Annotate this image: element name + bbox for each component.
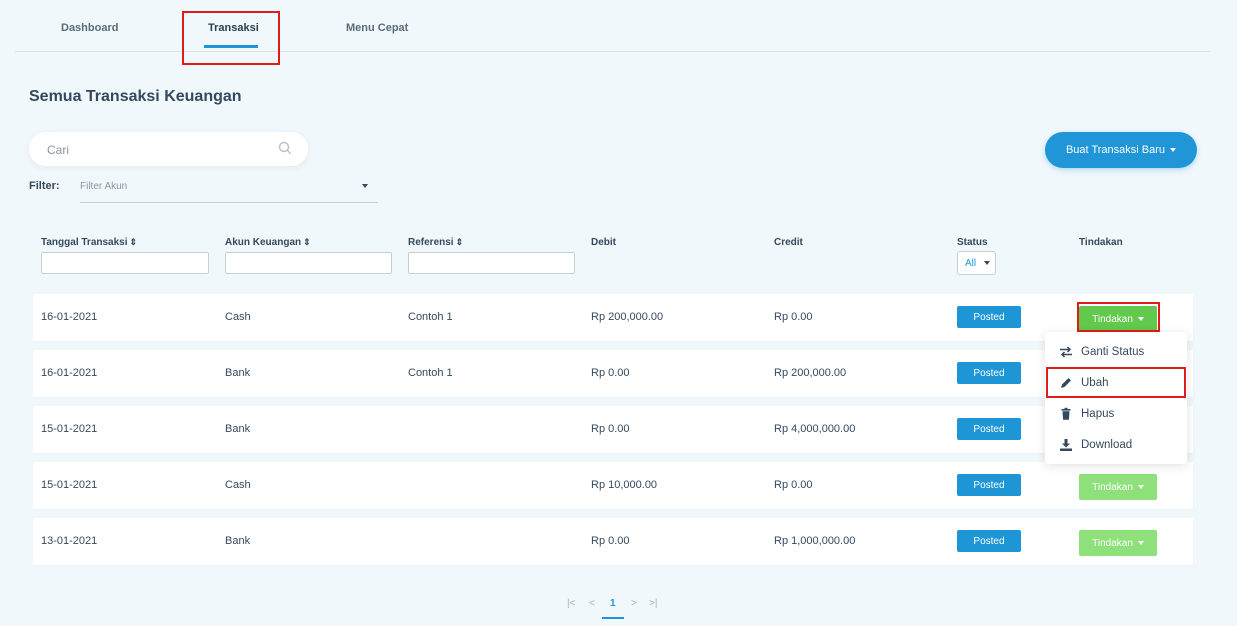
reference-filter-input[interactable] xyxy=(408,252,575,274)
pagination-next[interactable]: > xyxy=(631,598,637,609)
cell-debit: Rp 0.00 xyxy=(591,367,630,379)
status-badge: Posted xyxy=(957,530,1021,552)
search-box xyxy=(29,132,308,166)
cell-account: Bank xyxy=(225,535,251,547)
caret-down-icon xyxy=(1137,541,1144,545)
actions-dropdown-button[interactable]: Tindakan xyxy=(1079,306,1157,332)
status-filter-value: All xyxy=(965,258,977,269)
cell-reference: Contoh 1 xyxy=(408,367,453,379)
sort-icon: ⇕ xyxy=(129,237,138,247)
sort-icon: ⇕ xyxy=(455,237,464,247)
cell-credit: Rp 0.00 xyxy=(774,311,813,323)
column-header-date-label: Tanggal Transaksi xyxy=(41,237,128,248)
column-header-debit: Debit xyxy=(591,237,616,248)
pagination-last[interactable]: >| xyxy=(649,598,657,609)
pagination-page-1[interactable]: 1 xyxy=(610,598,616,609)
filter-label: Filter: xyxy=(29,180,60,192)
caret-down-icon xyxy=(984,261,990,265)
tab-menu-cepat[interactable]: Menu Cepat xyxy=(346,22,408,34)
cell-account: Cash xyxy=(225,311,251,323)
actions-label: Tindakan xyxy=(1092,313,1133,325)
cell-debit: Rp 10,000.00 xyxy=(591,479,658,491)
menu-item-label: Ubah xyxy=(1081,377,1109,389)
active-tab-indicator xyxy=(204,45,258,48)
account-filter-input[interactable] xyxy=(225,252,392,274)
sort-icon: ⇕ xyxy=(303,237,311,247)
new-transaction-label: Buat Transaksi Baru xyxy=(1065,144,1166,156)
menu-item-label: Ganti Status xyxy=(1081,346,1145,358)
column-header-account[interactable]: Akun Keuangan ⇕ xyxy=(225,237,311,248)
menu-item-ganti-status[interactable]: Ganti Status xyxy=(1045,338,1187,366)
download-icon xyxy=(1059,438,1073,452)
cell-credit: Rp 0.00 xyxy=(774,479,813,491)
status-filter-select[interactable]: All xyxy=(957,251,996,275)
table-row: 16-01-2021 Cash Contoh 1 Rp 200,000.00 R… xyxy=(33,294,1193,341)
cell-date: 16-01-2021 xyxy=(41,311,98,323)
actions-dropdown-menu: Ganti Status Ubah Hapus Download xyxy=(1045,332,1187,464)
cell-date: 13-01-2021 xyxy=(41,535,98,547)
table-row: 15-01-2021 Bank Rp 0.00 Rp 4,000,000.00 … xyxy=(33,406,1193,453)
actions-label: Tindakan xyxy=(1092,537,1133,549)
page-title: Semua Transaksi Keuangan xyxy=(29,88,242,105)
pencil-icon xyxy=(1059,376,1073,390)
swap-icon xyxy=(1059,345,1073,359)
caret-down-icon xyxy=(1137,485,1144,489)
cell-reference: Contoh 1 xyxy=(408,311,453,323)
cell-date: 15-01-2021 xyxy=(41,479,98,491)
cell-debit: Rp 0.00 xyxy=(591,423,630,435)
cell-account: Cash xyxy=(225,479,251,491)
current-page-indicator xyxy=(602,617,624,619)
column-header-date[interactable]: Tanggal Transaksi ⇕ xyxy=(41,237,137,248)
status-badge: Posted xyxy=(957,418,1021,440)
table-row: 13-01-2021 Bank Rp 0.00 Rp 1,000,000.00 … xyxy=(33,518,1193,565)
date-filter-input[interactable] xyxy=(41,252,209,274)
column-header-status: Status xyxy=(957,237,988,248)
cell-account: Bank xyxy=(225,367,251,379)
status-badge: Posted xyxy=(957,362,1021,384)
cell-credit: Rp 4,000,000.00 xyxy=(774,423,856,435)
tab-bar: Dashboard Transaksi Menu Cepat xyxy=(15,0,1211,52)
menu-item-label: Download xyxy=(1081,439,1133,451)
column-header-reference-label: Referensi xyxy=(408,237,454,248)
cell-debit: Rp 0.00 xyxy=(591,535,630,547)
cell-credit: Rp 200,000.00 xyxy=(774,367,847,379)
column-header-reference[interactable]: Referensi ⇕ xyxy=(408,237,463,248)
column-header-actions: Tindakan xyxy=(1079,237,1123,248)
actions-dropdown-button[interactable]: Tindakan xyxy=(1079,530,1157,556)
tab-dashboard[interactable]: Dashboard xyxy=(61,22,118,34)
search-input[interactable] xyxy=(45,141,269,159)
account-filter-select[interactable]: Filter Akun xyxy=(80,176,378,203)
table-row: 16-01-2021 Bank Contoh 1 Rp 0.00 Rp 200,… xyxy=(33,350,1193,397)
menu-item-hapus[interactable]: Hapus xyxy=(1045,400,1187,428)
caret-down-icon xyxy=(362,184,368,188)
cell-debit: Rp 200,000.00 xyxy=(591,311,664,323)
status-badge: Posted xyxy=(957,306,1021,328)
actions-label: Tindakan xyxy=(1092,481,1133,493)
cell-date: 16-01-2021 xyxy=(41,367,98,379)
cell-credit: Rp 1,000,000.00 xyxy=(774,535,856,547)
status-badge: Posted xyxy=(957,474,1021,496)
menu-item-download[interactable]: Download xyxy=(1045,431,1187,459)
column-header-account-label: Akun Keuangan xyxy=(225,237,302,248)
trash-icon xyxy=(1059,407,1073,421)
pagination-prev[interactable]: < xyxy=(589,598,595,609)
search-icon[interactable] xyxy=(278,141,292,155)
actions-dropdown-button[interactable]: Tindakan xyxy=(1079,474,1157,500)
cell-date: 15-01-2021 xyxy=(41,423,98,435)
menu-item-ubah[interactable]: Ubah xyxy=(1045,369,1187,397)
menu-item-label: Hapus xyxy=(1081,408,1115,420)
tab-transaksi[interactable]: Transaksi xyxy=(208,22,259,34)
new-transaction-button[interactable]: Buat Transaksi Baru xyxy=(1045,132,1197,168)
table-row: 15-01-2021 Cash Rp 10,000.00 Rp 0.00 Pos… xyxy=(33,462,1193,509)
cell-account: Bank xyxy=(225,423,251,435)
pagination-first[interactable]: |< xyxy=(567,598,575,609)
caret-down-icon xyxy=(1170,148,1177,152)
account-filter-placeholder: Filter Akun xyxy=(80,181,128,192)
caret-down-icon xyxy=(1137,317,1144,321)
column-header-credit: Credit xyxy=(774,237,803,248)
